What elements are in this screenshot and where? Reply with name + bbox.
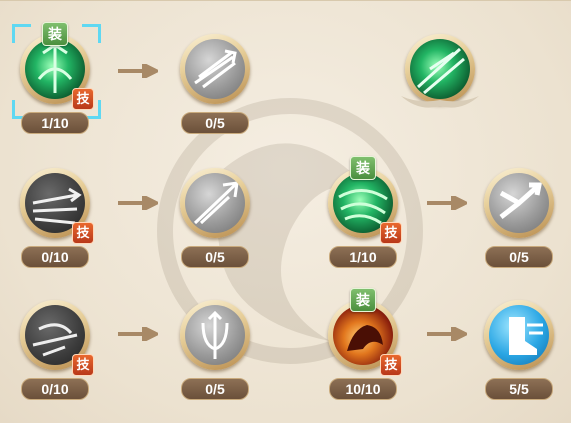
- trident-arrow-icon: [185, 305, 245, 365]
- equipped-badge: 装: [350, 288, 376, 312]
- skill-node-r3c3[interactable]: 装 技 10/10: [318, 288, 408, 408]
- level-counter: 1/10: [21, 112, 89, 134]
- skill-node-r2c1[interactable]: 技 0/10: [10, 156, 100, 276]
- progression-arrow: [118, 196, 158, 210]
- level-counter: 5/5: [485, 378, 553, 400]
- level-counter: 0/10: [21, 246, 89, 268]
- swift-boot-icon: [489, 305, 549, 365]
- triple-arrow-icon: [185, 39, 245, 99]
- level-counter: 0/5: [181, 378, 249, 400]
- level-counter: 10/10: [329, 378, 397, 400]
- green-wind-burst-icon: [410, 39, 470, 99]
- progression-arrow: [118, 64, 158, 78]
- level-counter: 1/10: [329, 246, 397, 268]
- skill-node-r3c2[interactable]: 0/5: [170, 288, 260, 408]
- skill-node-r2c2[interactable]: 0/5: [170, 156, 260, 276]
- skill-node-r1c1[interactable]: 装 技 1/10: [10, 22, 101, 142]
- level-counter: 0/5: [485, 246, 553, 268]
- skill-node-r3c1[interactable]: 技 0/10: [10, 288, 100, 408]
- skill-badge: 技: [72, 222, 94, 244]
- skill-badge: 技: [72, 354, 94, 376]
- progression-arrow: [427, 327, 467, 341]
- level-counter: 0/5: [181, 246, 249, 268]
- level-counter: 0/5: [181, 112, 249, 134]
- progression-arrow: [427, 196, 467, 210]
- equipped-badge: 装: [350, 156, 376, 180]
- skill-node-r2c3[interactable]: 装 技 1/10: [318, 156, 408, 276]
- level-counter: 0/10: [21, 378, 89, 400]
- skill-node-r1c2[interactable]: 0/5: [170, 22, 260, 142]
- skill-badge: 技: [380, 354, 402, 376]
- piercing-arrow-icon: [185, 173, 245, 233]
- skill-node-r2c4[interactable]: 0/5: [474, 156, 564, 276]
- equipped-badge: 装: [42, 22, 68, 46]
- skill-node-r1c4[interactable]: [395, 22, 485, 142]
- skill-badge: 技: [380, 222, 402, 244]
- skill-badge: 技: [72, 88, 94, 110]
- skill-node-r3c4[interactable]: 5/5: [474, 288, 564, 408]
- wing-ornament: [401, 96, 479, 108]
- split-arrow-icon: [489, 173, 549, 233]
- progression-arrow: [118, 327, 158, 341]
